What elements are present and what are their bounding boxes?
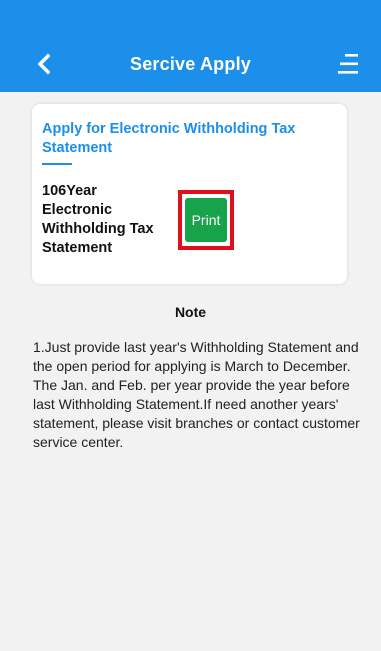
print-button-highlight: Print	[178, 190, 234, 250]
note-heading: Note	[174, 304, 207, 320]
status-bar	[0, 0, 381, 36]
chevron-left-icon	[37, 53, 51, 75]
back-button[interactable]	[30, 50, 58, 78]
page-title: Sercive Apply	[130, 53, 251, 74]
title-underline	[42, 163, 72, 165]
print-button[interactable]: Print	[185, 198, 227, 242]
statement-card: Apply for Electronic Withholding Tax Sta…	[32, 104, 347, 284]
menu-icon	[338, 54, 358, 74]
menu-button[interactable]	[333, 49, 363, 79]
card-title: Apply for Electronic Withholding Tax Sta…	[42, 121, 296, 156]
statement-name: 106Year Electronic Withholding Tax State…	[42, 183, 154, 256]
app-header: Sercive Apply	[0, 36, 381, 92]
note-body: 1.Just provide last year's Withholding S…	[33, 339, 360, 450]
